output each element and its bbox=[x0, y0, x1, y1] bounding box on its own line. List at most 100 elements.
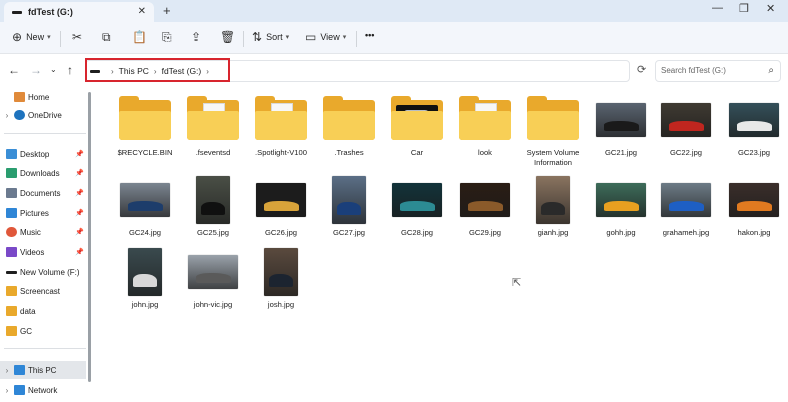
up-arrow-icon[interactable]: ↑ bbox=[67, 63, 73, 77]
more-options-button[interactable]: ••• bbox=[365, 30, 374, 40]
sort-icon: ⇅ bbox=[252, 30, 263, 44]
image-thumbnail bbox=[661, 103, 711, 137]
sidebar-item-desktop[interactable]: Desktop 📌 bbox=[0, 145, 86, 163]
sidebar-divider bbox=[4, 133, 86, 134]
image-thumbnail bbox=[720, 94, 788, 146]
file-item-image[interactable]: GC23.jpg bbox=[720, 94, 788, 164]
image-thumbnail bbox=[652, 94, 720, 146]
cut-button[interactable]: ✂ bbox=[72, 30, 86, 44]
back-arrow-icon[interactable]: ← bbox=[8, 63, 20, 77]
file-item-image[interactable]: GC22.jpg bbox=[652, 94, 720, 164]
sidebar-item-label: Screencast bbox=[20, 286, 61, 296]
sidebar-item-data[interactable]: data bbox=[0, 302, 86, 320]
close-window-button[interactable]: ✕ bbox=[766, 2, 775, 15]
file-name-label: look bbox=[478, 148, 492, 157]
sidebar-scrollbar[interactable] bbox=[88, 92, 91, 382]
file-item-image[interactable]: GC24.jpg bbox=[111, 174, 179, 244]
image-thumbnail bbox=[451, 174, 519, 226]
refresh-icon[interactable]: ⟳ bbox=[637, 63, 646, 76]
file-item-image[interactable]: GC29.jpg bbox=[451, 174, 519, 244]
navigation-pane: Home › OneDrive Desktop 📌 Downloads 📌 Do… bbox=[0, 86, 93, 402]
folder-icon bbox=[255, 96, 307, 140]
sort-button[interactable]: ⇅ Sort ▾ bbox=[252, 30, 289, 44]
document-icon bbox=[6, 188, 17, 198]
file-name-label: john-vic.jpg bbox=[193, 300, 233, 309]
maximize-button[interactable]: ❐ bbox=[739, 2, 749, 15]
file-name-label: $RECYCLE.BIN bbox=[117, 148, 173, 157]
sidebar-item-onedrive[interactable]: › OneDrive bbox=[0, 106, 86, 124]
search-input[interactable] bbox=[661, 66, 761, 75]
divider bbox=[356, 31, 357, 47]
sidebar-item-gc[interactable]: GC bbox=[0, 322, 86, 340]
image-thumbnail bbox=[332, 176, 366, 224]
copy-button[interactable]: ⧉ bbox=[102, 30, 115, 45]
folder-item[interactable]: .fseventsd bbox=[179, 94, 247, 164]
chevron-right-icon[interactable]: › bbox=[0, 386, 14, 395]
image-thumbnail bbox=[111, 174, 179, 226]
tab-fdtest[interactable]: fdTest (G:) ✕ bbox=[4, 2, 154, 22]
sort-label: Sort bbox=[266, 32, 283, 42]
image-thumbnail bbox=[729, 183, 779, 217]
delete-button[interactable]: 🗑 bbox=[220, 30, 239, 44]
chevron-right-icon[interactable]: › bbox=[0, 111, 14, 120]
file-item-image[interactable]: hakon.jpg bbox=[720, 174, 788, 244]
image-thumbnail bbox=[392, 183, 442, 217]
folder-item[interactable]: .Spotlight-V100 bbox=[247, 94, 315, 164]
recent-chevron-icon[interactable]: ⌄ bbox=[50, 65, 57, 74]
folder-item[interactable]: System Volume Information bbox=[519, 94, 587, 167]
network-icon bbox=[14, 385, 25, 395]
search-icon[interactable]: ⌕ bbox=[768, 65, 774, 76]
scissors-icon: ✂ bbox=[72, 30, 83, 44]
sidebar-item-documents[interactable]: Documents 📌 bbox=[0, 184, 86, 202]
sidebar-item-network[interactable]: › Network bbox=[0, 381, 86, 399]
sidebar-item-this-pc[interactable]: › This PC bbox=[0, 361, 86, 379]
file-item-image[interactable]: GC28.jpg bbox=[383, 174, 451, 244]
chevron-down-icon: ▾ bbox=[342, 34, 347, 41]
file-item-image[interactable]: john.jpg bbox=[111, 246, 179, 316]
paste-button[interactable]: 📋 bbox=[132, 30, 151, 44]
sidebar-item-screencast[interactable]: Screencast bbox=[0, 282, 86, 300]
folder-item[interactable]: look bbox=[451, 94, 519, 164]
sidebar-item-pictures[interactable]: Pictures 📌 bbox=[0, 204, 86, 222]
close-tab-icon[interactable]: ✕ bbox=[138, 6, 146, 17]
sidebar-item-home[interactable]: Home bbox=[0, 88, 86, 106]
sidebar-item-new-volume[interactable]: New Volume (F:) bbox=[0, 263, 86, 281]
image-thumbnail bbox=[128, 248, 162, 296]
file-item-image[interactable]: gianh.jpg bbox=[519, 174, 587, 244]
view-label: View bbox=[320, 32, 340, 42]
home-icon bbox=[14, 92, 25, 102]
share-button[interactable]: ⇪ bbox=[191, 30, 205, 44]
forward-arrow-icon[interactable]: → bbox=[30, 63, 42, 77]
folder-item[interactable]: Car bbox=[383, 94, 451, 164]
sidebar-item-music[interactable]: Music 📌 bbox=[0, 223, 86, 241]
file-item-image[interactable]: gohh.jpg bbox=[587, 174, 655, 244]
folder-item[interactable]: .Trashes bbox=[315, 94, 383, 164]
file-name-label: gianh.jpg bbox=[537, 228, 569, 237]
file-item-image[interactable]: GC25.jpg bbox=[179, 174, 247, 244]
file-name-label: GC26.jpg bbox=[264, 228, 298, 237]
pin-icon: 📌 bbox=[75, 249, 84, 256]
image-thumbnail bbox=[720, 174, 788, 226]
minimize-button[interactable]: — bbox=[712, 2, 723, 14]
file-item-image[interactable]: GC21.jpg bbox=[587, 94, 655, 164]
file-item-image[interactable]: GC26.jpg bbox=[247, 174, 315, 244]
folder-item[interactable]: $RECYCLE.BIN bbox=[111, 94, 179, 164]
new-button[interactable]: ⊕ New ▾ bbox=[12, 30, 51, 44]
sidebar-item-label: Music bbox=[20, 227, 41, 237]
sidebar-item-videos[interactable]: Videos 📌 bbox=[0, 243, 86, 261]
new-tab-button[interactable]: + bbox=[163, 3, 171, 18]
sidebar-item-downloads[interactable]: Downloads 📌 bbox=[0, 164, 86, 182]
file-name-label: .Trashes bbox=[334, 148, 364, 157]
file-name-label: hakon.jpg bbox=[737, 228, 771, 237]
pin-icon: 📌 bbox=[75, 190, 84, 197]
folder-icon bbox=[111, 94, 179, 146]
file-item-image[interactable]: john-vic.jpg bbox=[179, 246, 247, 316]
drive-icon bbox=[12, 10, 22, 14]
file-item-image[interactable]: josh.jpg bbox=[247, 246, 315, 316]
rename-button[interactable]: ⎘ bbox=[162, 30, 176, 45]
chevron-right-icon[interactable]: › bbox=[0, 366, 14, 375]
view-button[interactable]: ▭ View ▾ bbox=[305, 30, 346, 44]
search-box[interactable]: ⌕ bbox=[655, 60, 781, 82]
file-item-image[interactable]: GC27.jpg bbox=[315, 174, 383, 244]
file-item-image[interactable]: grahameh.jpg bbox=[652, 174, 720, 244]
